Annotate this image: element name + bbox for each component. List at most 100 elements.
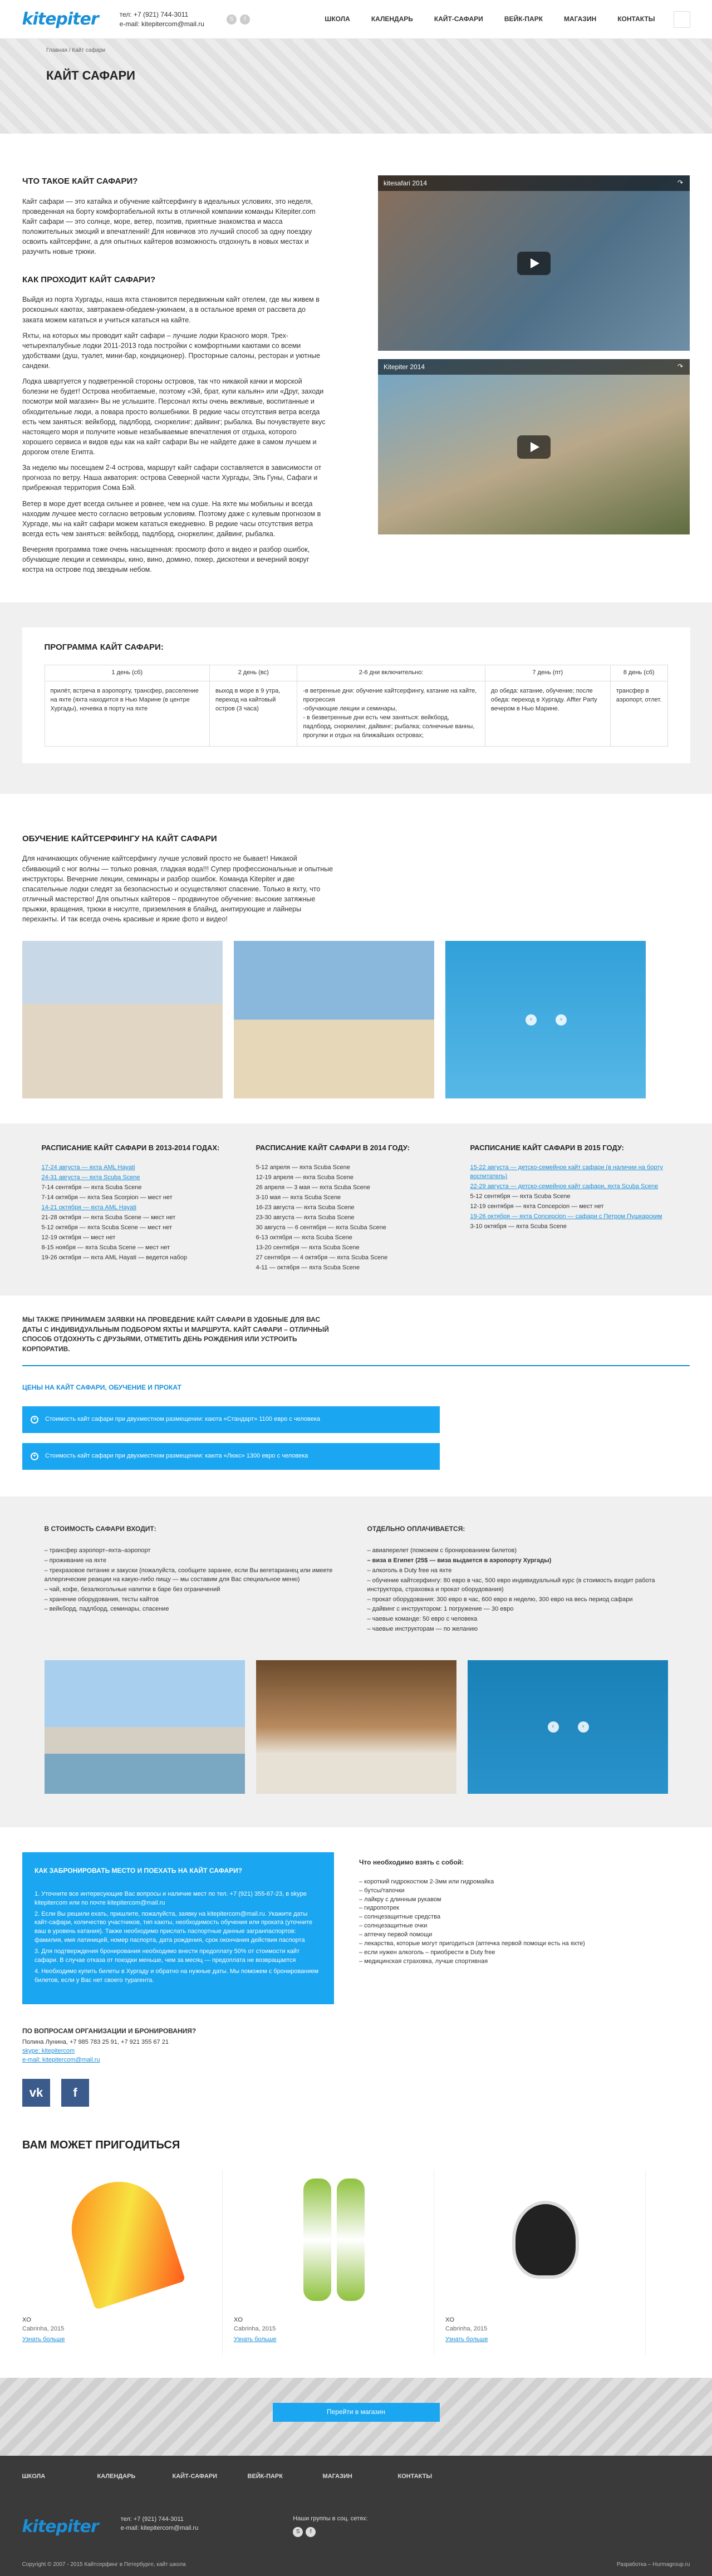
- gallery-photo[interactable]: ‹ ›: [445, 941, 646, 1099]
- vk-icon[interactable]: vk: [22, 2079, 50, 2107]
- intro-paragraph: Выйдя из порта Хургады, наша яхта станов…: [22, 296, 320, 324]
- main-nav: ШКОЛА КАЛЕНДАРЬ КАЙТ-САФАРИ ВЕЙК-ПАРК МА…: [314, 14, 665, 24]
- list-item: 13-20 сентября — яхта Scuba Scene: [256, 1244, 360, 1251]
- product-image[interactable]: [445, 2170, 645, 2309]
- social-icons: vk f: [22, 2079, 690, 2107]
- skype-link[interactable]: skype: kitepitercom: [22, 2048, 75, 2054]
- prev-arrow-icon[interactable]: ‹: [547, 1721, 559, 1733]
- footer-nav-shop[interactable]: МАГАЗИН: [323, 2472, 398, 2481]
- email-link[interactable]: e-mail: kitepitercom@mail.ru: [22, 2057, 100, 2063]
- gallery-photo[interactable]: ‹ ›: [467, 1660, 668, 1794]
- gallery-photo[interactable]: [22, 941, 223, 1099]
- footer-nav-wake-park[interactable]: ВЕЙК-ПАРК: [248, 2472, 323, 2481]
- schedule-title: РАСПИСАНИЕ КАЙТ САФАРИ В 2014 ГОДУ:: [256, 1144, 410, 1152]
- list-item: 16-23 августа — яхта Scuba Scene: [256, 1204, 355, 1211]
- product-more-link[interactable]: Узнать больше: [22, 2336, 65, 2343]
- list-item: – алкоголь в Duty free на яхте: [367, 1567, 452, 1574]
- photo-overlay: [467, 1660, 668, 1794]
- play-icon[interactable]: [517, 251, 551, 275]
- list-item: 3-10 мая — яхта Scuba Scene: [256, 1194, 341, 1201]
- list-item: 21-28 октября — яхта Scuba Scene — мест …: [41, 1214, 176, 1221]
- share-icon[interactable]: ↷: [677, 178, 683, 188]
- gallery-photo[interactable]: [44, 1660, 245, 1794]
- facebook-icon[interactable]: f: [306, 2526, 316, 2537]
- product-brand: XO: [22, 2317, 31, 2324]
- product-image[interactable]: [234, 2170, 434, 2309]
- next-arrow-icon[interactable]: ›: [577, 1721, 589, 1733]
- schedule-link[interactable]: 15-22 августа — детско-семейное кайт саф…: [470, 1164, 663, 1180]
- skype-icon[interactable]: S: [226, 14, 237, 24]
- contact-name: Полина Лунина, +7 985 783 25 91, +7 921 …: [22, 2039, 169, 2046]
- nav-wake-park[interactable]: ВЕЙК-ПАРК: [494, 14, 553, 24]
- prev-arrow-icon[interactable]: ‹: [526, 1014, 537, 1026]
- nav-school[interactable]: ШКОЛА: [314, 14, 361, 24]
- footer-phone: тел: +7 (921) 744-3011: [120, 2515, 184, 2523]
- search-button[interactable]: [673, 11, 690, 28]
- breadcrumb[interactable]: Главная / Кайт сафари: [46, 47, 105, 55]
- product-card[interactable]: XO Cabrinha, 2015 Узнать больше: [22, 2170, 223, 2356]
- nav-calendar[interactable]: КАЛЕНДАРЬ: [361, 14, 424, 24]
- schedule-link[interactable]: 17-24 августа — яхта AML Hayati: [42, 1164, 135, 1171]
- list-item: – виза в Египет (25$ — виза выдается в а…: [367, 1557, 552, 1564]
- facebook-icon[interactable]: f: [61, 2079, 89, 2107]
- footer-email: e-mail: kitepitercom@mail.ru: [120, 2524, 199, 2531]
- list-item: 5-12 апреля — яхта Scuba Scene: [256, 1164, 350, 1171]
- booking-step: 4. Необходимо купить билеты в Хургаду и …: [35, 1968, 319, 1984]
- list-item: 19-26 октября — яхта AML Hayati — ведетс…: [41, 1254, 188, 1261]
- list-item: – короткий гидрокостюм 2-3мм или гидрома…: [359, 1878, 494, 1885]
- training-gallery: ‹ ›: [22, 941, 690, 1099]
- included-section: В СТОИМОСТЬ САФАРИ ВХОДИТ: – трансфер аэ…: [0, 1496, 712, 1828]
- product-card[interactable]: XO Cabrinha, 2015 Узнать больше: [445, 2170, 646, 2356]
- list-item: 3-10 октября — яхта Scuba Scene: [470, 1223, 567, 1230]
- video-player[interactable]: kitesafari 2014 ↷: [378, 175, 690, 351]
- list-item: – авиаперелет (поможем с бронированием б…: [367, 1547, 517, 1554]
- facebook-icon[interactable]: f: [239, 14, 250, 24]
- price-standard-button[interactable]: + Стоимость кайт сафари при двухместном р…: [22, 1406, 440, 1434]
- price-lux-button[interactable]: + Стоимость кайт сафари при двухместном р…: [22, 1443, 440, 1470]
- table-header: 2 день (вс): [209, 665, 298, 682]
- logo[interactable]: kitepiter: [22, 7, 99, 32]
- schedule-2015: РАСПИСАНИЕ КАЙТ САФАРИ В 2015 ГОДУ: 15-2…: [470, 1143, 671, 1273]
- schedule-link[interactable]: 22-29 августа — детско-семейное кайт саф…: [470, 1183, 659, 1190]
- go-to-shop-button[interactable]: Перейти в магазин: [272, 2403, 440, 2422]
- product-name: Cabrinha, 2015: [22, 2325, 65, 2333]
- prices-title: ЦЕНЫ НА КАЙТ САФАРИ, ОБУЧЕНИЕ И ПРОКАТ: [22, 1383, 181, 1392]
- footer-nav-calendar[interactable]: КАЛЕНДАРЬ: [97, 2472, 173, 2481]
- schedule-link[interactable]: 24-31 августа — яхта Scuba Scene: [42, 1174, 140, 1181]
- schedule-title: РАСПИСАНИЕ КАЙТ САФАРИ В 2013-2014 ГОДАХ…: [41, 1144, 220, 1152]
- play-icon[interactable]: [517, 435, 551, 459]
- skype-icon[interactable]: S: [293, 2526, 303, 2537]
- footer-logo[interactable]: kitepiter: [22, 2515, 99, 2539]
- training-title: ОБУЧЕНИЕ КАЙТСЕРФИНГУ НА КАЙТ САФАРИ: [22, 833, 217, 843]
- share-icon[interactable]: ↷: [677, 362, 683, 371]
- product-card[interactable]: XO Cabrinha, 2015 Узнать больше: [234, 2170, 434, 2356]
- developer-credit[interactable]: Разработка – Hurmagroup.ru: [617, 2561, 690, 2569]
- footer-nav-kite-safari[interactable]: КАЙТ-САФАРИ: [173, 2472, 248, 2481]
- footer-nav-school[interactable]: ШКОЛА: [22, 2472, 97, 2481]
- list-item: 7-14 сентября — яхта Scuba Scene: [41, 1184, 142, 1191]
- booking-step: 1. Уточните все интересующие Вас вопросы…: [35, 1890, 307, 1906]
- video-player[interactable]: Kitepiter 2014 ↷: [378, 359, 690, 534]
- nav-contacts[interactable]: КОНТАКТЫ: [607, 14, 665, 24]
- gallery-photo[interactable]: [256, 1660, 456, 1794]
- footer-nav-contacts[interactable]: КОНТАКТЫ: [398, 2472, 473, 2481]
- list-item: – проживание на яхте: [44, 1557, 107, 1564]
- nav-shop[interactable]: МАГАЗИН: [553, 14, 607, 24]
- booking-title: КАК ЗАБРОНИРОВАТЬ МЕСТО И ПОЕХАТЬ НА КАЙ…: [35, 1867, 243, 1875]
- table-header: 7 день (пт): [484, 665, 611, 682]
- list-item: – трансфер аэропорт–яхта–аэропорт: [44, 1547, 151, 1554]
- product-more-link[interactable]: Узнать больше: [234, 2336, 276, 2343]
- gallery-photo[interactable]: [234, 941, 434, 1099]
- product-image[interactable]: [22, 2170, 222, 2310]
- nav-kite-safari[interactable]: КАЙТ-САФАРИ: [424, 14, 494, 24]
- schedule-link[interactable]: 14-21 октября — яхта AML Hayati: [42, 1204, 136, 1211]
- next-arrow-icon[interactable]: ›: [556, 1014, 567, 1026]
- questions-section: ПО ВОПРОСАМ ОРГАНИЗАЦИИ И БРОНИРОВАНИЯ? …: [0, 2021, 712, 2123]
- list-item: – чай, кофе, безалкогольные напитки в ба…: [44, 1586, 220, 1593]
- board-image: [303, 2178, 365, 2302]
- product-more-link[interactable]: Узнать больше: [445, 2336, 488, 2343]
- custom-dates-notice: МЫ ТАКЖЕ ПРИНИМАЕМ ЗАЯВКИ НА ПРОВЕДЕНИЕ …: [22, 1316, 329, 1353]
- list-item: 4-11 — октября — яхта Scuba Scene: [256, 1264, 360, 1271]
- schedule-link[interactable]: 19-26 октября — яхта Concepcion — сафари…: [470, 1213, 662, 1220]
- schedule-title: РАСПИСАНИЕ КАЙТ САФАРИ В 2015 ГОДУ:: [470, 1144, 624, 1152]
